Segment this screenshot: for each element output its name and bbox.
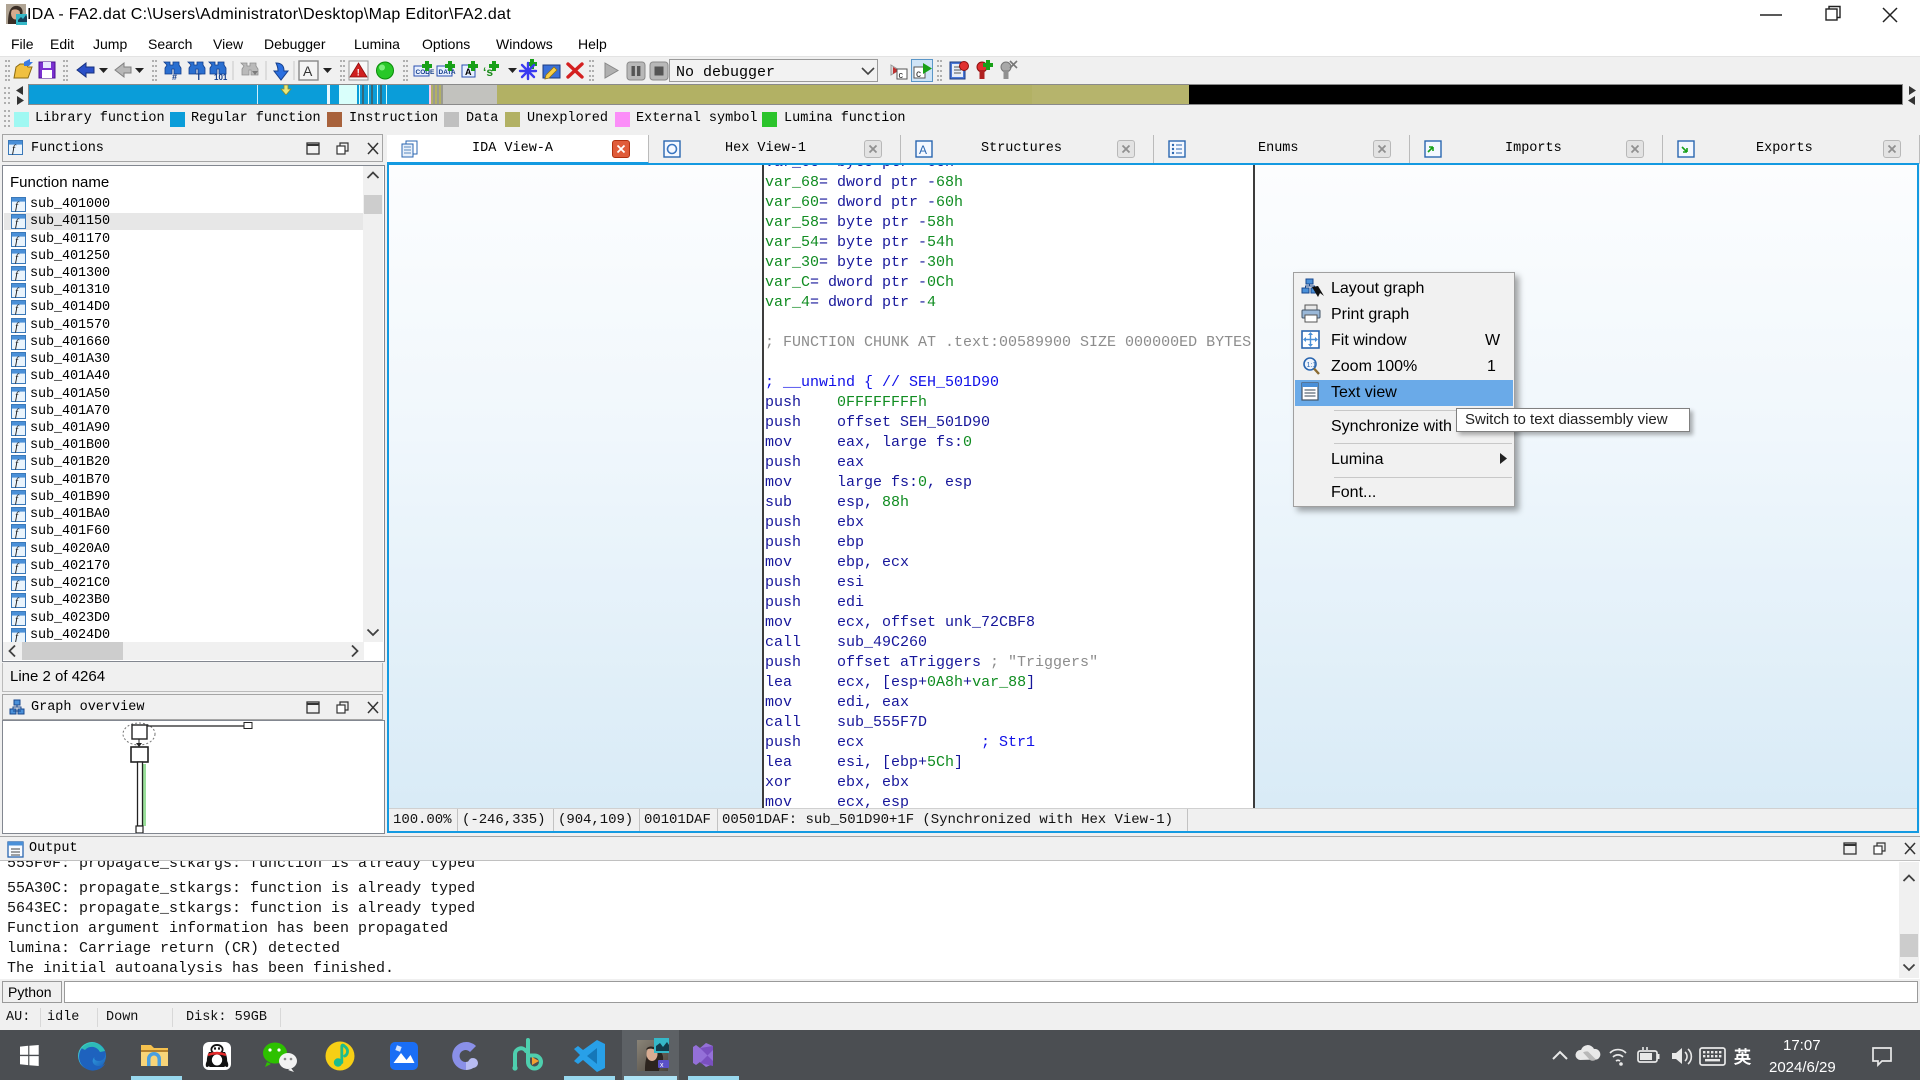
- svg-text:#: #: [172, 72, 177, 82]
- svg-text:T: T: [196, 72, 202, 82]
- svg-text:DATA: DATA: [439, 69, 456, 76]
- svg-text:c: c: [916, 69, 921, 80]
- svg-text:2024/6/29: 2024/6/29: [1769, 1059, 1836, 1076]
- svg-text:101: 101: [214, 73, 228, 82]
- svg-text:No debugger: No debugger: [676, 64, 775, 81]
- svg-text:!: !: [357, 68, 360, 78]
- svg-text:A: A: [303, 63, 313, 79]
- svg-text:17:07: 17:07: [1783, 1037, 1821, 1054]
- svg-text:英: 英: [1734, 1047, 1752, 1067]
- svg-text:A: A: [919, 143, 927, 157]
- svg-text:x: x: [660, 1062, 664, 1069]
- svg-text:1:1: 1:1: [1307, 362, 1317, 369]
- svg-text:c: c: [899, 70, 904, 80]
- svg-text:A: A: [465, 67, 472, 77]
